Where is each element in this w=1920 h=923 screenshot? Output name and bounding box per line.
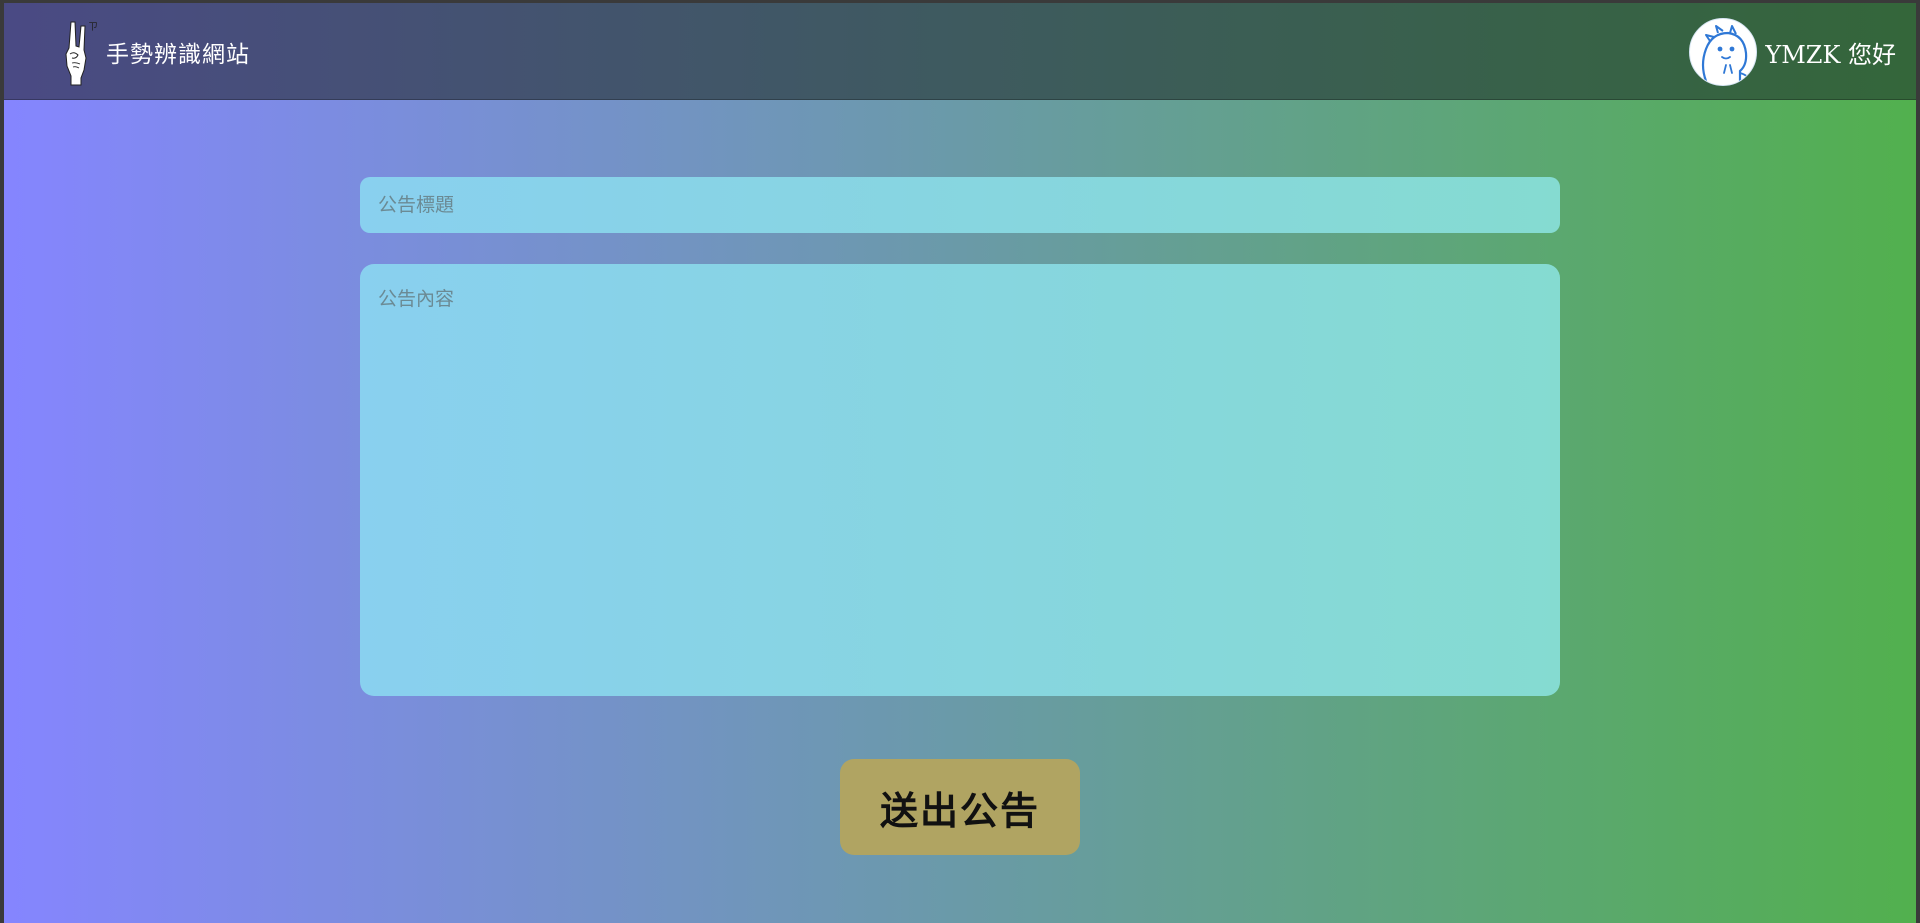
- announcement-content-textarea[interactable]: [360, 264, 1560, 696]
- rock-hand-gesture-icon: ㄗ: [65, 21, 98, 86]
- submit-announcement-button[interactable]: 送出公告: [840, 759, 1080, 855]
- announcement-title-input[interactable]: [360, 177, 1560, 233]
- page-frame: ㄗ 手勢辨識網站 YMZK 您好 送出公告: [4, 3, 1916, 923]
- user-greeting: YMZK 您好: [1765, 40, 1896, 69]
- top-navbar: ㄗ 手勢辨識網站 YMZK 您好: [4, 3, 1916, 100]
- avatar: [1689, 18, 1758, 86]
- user-menu[interactable]: YMZK 您好: [1689, 17, 1896, 87]
- dinosaur-avatar-icon: [1702, 25, 1752, 83]
- site-name: 手勢辨識網站: [106, 42, 250, 68]
- svg-text:ㄗ: ㄗ: [88, 22, 98, 33]
- home-logo-link[interactable]: ㄗ 手勢辨識網站: [62, 17, 250, 87]
